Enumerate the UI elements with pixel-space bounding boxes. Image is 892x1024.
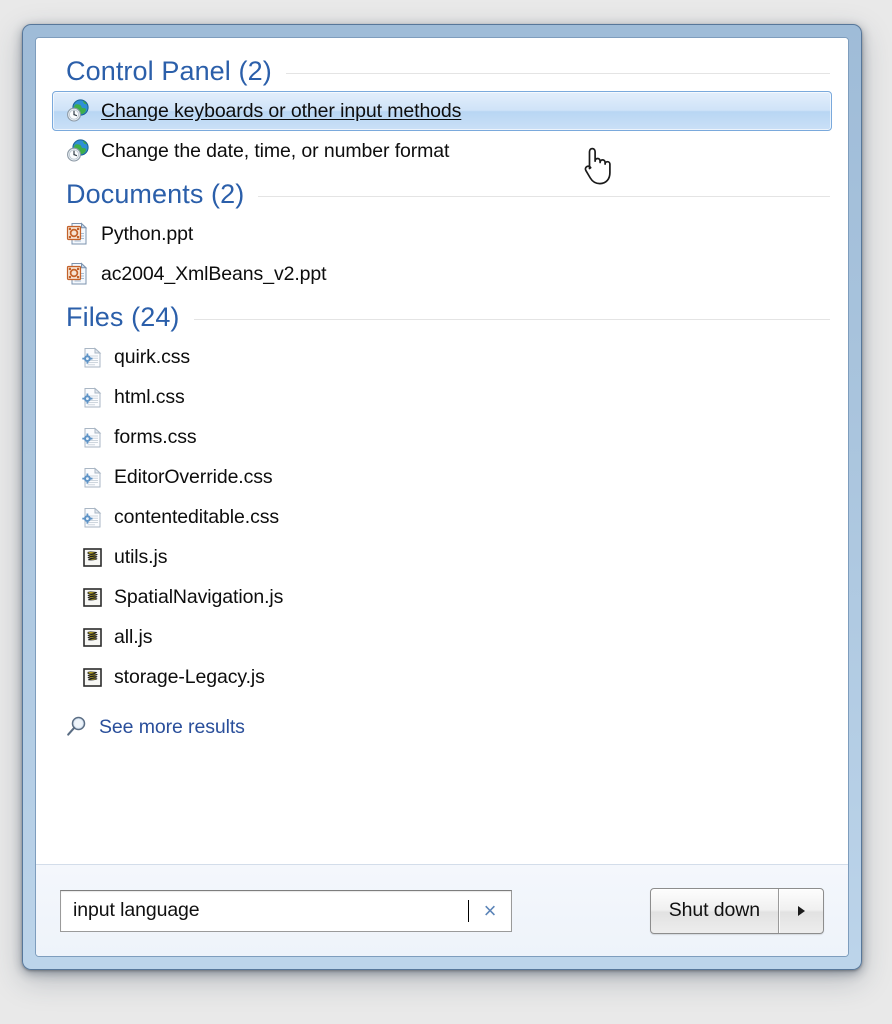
section-title-files: Files (24) — [66, 302, 180, 332]
result-item-storage-legacy-js[interactable]: storage-Legacy.js — [52, 657, 832, 697]
result-item-label: html.css — [114, 385, 185, 408]
result-item-label: SpatialNavigation.js — [114, 585, 284, 608]
result-item-label: storage-Legacy.js — [114, 665, 265, 688]
result-item-label: EditorOverride.css — [114, 465, 273, 488]
section-divider — [285, 73, 830, 74]
shutdown-button[interactable]: Shut down — [651, 888, 779, 933]
globe-clock-icon — [65, 98, 91, 124]
section-documents: Documents (2) Python.ppt ac2004_XmlBeans… — [50, 179, 834, 294]
powerpoint-file-icon — [65, 221, 91, 247]
result-item-label: all.js — [114, 625, 153, 648]
section-control-panel: Control Panel (2) Change keyboards or ot… — [50, 56, 834, 171]
result-item-ac2004-xmlbeans-ppt[interactable]: ac2004_XmlBeans_v2.ppt — [52, 254, 832, 294]
result-item-label: forms.css — [114, 425, 197, 448]
result-item-python-ppt[interactable]: Python.ppt — [52, 214, 832, 254]
javascript-file-icon — [81, 586, 104, 609]
result-item-change-keyboards[interactable]: Change keyboards or other input methods — [52, 91, 832, 131]
section-divider — [258, 196, 830, 197]
result-item-change-date-time[interactable]: Change the date, time, or number format — [52, 131, 832, 171]
start-menu-footer: × Shut down — [36, 864, 848, 956]
triangle-right-icon — [797, 905, 805, 916]
section-header-files: Files (24) — [50, 302, 834, 333]
close-icon[interactable]: × — [469, 891, 511, 931]
result-item-forms-css[interactable]: forms.css — [52, 417, 832, 457]
see-more-results-label: See more results — [99, 715, 245, 738]
desktop-background: Control Panel (2) Change keyboards or ot… — [0, 0, 892, 1024]
css-file-icon — [81, 506, 104, 529]
section-title-documents: Documents (2) — [66, 179, 245, 209]
result-item-label: quirk.css — [114, 345, 191, 368]
javascript-file-icon — [81, 666, 104, 689]
result-item-label: ac2004_XmlBeans_v2.ppt — [101, 262, 327, 285]
result-item-utils-js[interactable]: utils.js — [52, 537, 832, 577]
result-item-quirk-css[interactable]: quirk.css — [52, 337, 832, 377]
section-divider — [193, 319, 830, 320]
result-item-label: utils.js — [114, 545, 168, 568]
powerpoint-file-icon — [65, 261, 91, 287]
shutdown-options-arrow-button[interactable] — [779, 889, 823, 933]
section-header-control-panel: Control Panel (2) — [50, 56, 834, 87]
shutdown-split-button: Shut down — [649, 887, 824, 934]
result-item-all-js[interactable]: all.js — [52, 617, 832, 657]
result-item-label: Python.ppt — [101, 222, 194, 245]
javascript-file-icon — [81, 546, 104, 569]
css-file-icon — [81, 386, 104, 409]
result-item-label: contenteditable.css — [114, 505, 280, 528]
search-box[interactable]: × — [60, 889, 512, 932]
section-title-control-panel: Control Panel (2) — [66, 56, 272, 86]
section-header-documents: Documents (2) — [50, 179, 834, 210]
result-item-label: Change keyboards or other input methods — [101, 99, 462, 122]
css-file-icon — [81, 466, 104, 489]
result-item-contenteditable-css[interactable]: contenteditable.css — [52, 497, 832, 537]
see-more-results-link[interactable]: See more results — [50, 707, 834, 747]
globe-clock-icon — [65, 138, 91, 164]
section-files: Files (24) quirk.css html.css forms.css … — [50, 302, 834, 697]
start-menu-panel: Control Panel (2) Change keyboards or ot… — [35, 37, 849, 957]
start-menu-window: Control Panel (2) Change keyboards or ot… — [22, 24, 862, 970]
css-file-icon — [81, 426, 104, 449]
search-input[interactable] — [61, 890, 470, 931]
magnifier-icon — [64, 714, 90, 740]
result-item-spatialnavigation-js[interactable]: SpatialNavigation.js — [52, 577, 832, 617]
css-file-icon — [81, 346, 104, 369]
result-item-label: Change the date, time, or number format — [101, 139, 450, 162]
result-item-editoroverride-css[interactable]: EditorOverride.css — [52, 457, 832, 497]
search-results-list: Control Panel (2) Change keyboards or ot… — [36, 38, 848, 864]
javascript-file-icon — [81, 626, 104, 649]
result-item-html-css[interactable]: html.css — [52, 377, 832, 417]
